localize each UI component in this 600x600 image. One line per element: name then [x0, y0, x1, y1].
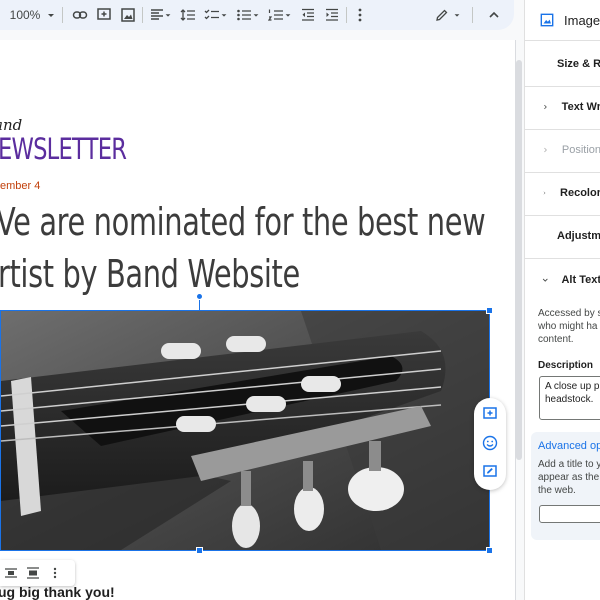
alt-help-line: Accessed by s	[538, 308, 600, 319]
newsletter-date: ember 4	[0, 180, 41, 192]
decrease-indent-button[interactable]	[298, 3, 318, 27]
line-spacing-icon	[180, 9, 195, 21]
link-icon	[72, 11, 88, 19]
chevron-down-icon	[454, 14, 460, 17]
image-options-bar	[0, 560, 75, 586]
rotate-handle-stem	[199, 300, 200, 310]
section-size-rotation[interactable]: Size & R	[525, 52, 600, 76]
emoji-icon	[482, 435, 498, 451]
section-label: Position	[561, 144, 600, 156]
numbered-list-icon	[268, 9, 283, 21]
resize-handle-bottom-right[interactable]	[486, 547, 493, 554]
chevron-down-icon	[221, 14, 227, 17]
chevron-up-icon	[489, 11, 499, 18]
advanced-help: Add a title to y appear as the the web.	[538, 458, 600, 497]
description-line: headstock.	[545, 394, 594, 405]
advanced-options-link[interactable]: Advanced op	[538, 440, 600, 452]
section-label: Alt Text	[561, 274, 600, 286]
more-options-button[interactable]	[352, 3, 368, 27]
chevron-down-icon	[253, 14, 259, 17]
section-position: Position	[525, 138, 600, 162]
more-vert-icon	[53, 567, 57, 579]
line-spacing-button[interactable]	[178, 3, 198, 27]
add-comment-button[interactable]	[94, 3, 114, 27]
section-alt-text[interactable]: Alt Text	[525, 268, 600, 292]
wrap-inline-icon	[5, 568, 17, 578]
break-text-icon	[27, 567, 39, 579]
numbered-list-button[interactable]	[266, 3, 294, 27]
wrap-inline-button[interactable]	[0, 567, 22, 579]
add-comment-icon	[97, 8, 111, 20]
image-options-panel: Image Size & R Text Wr Position Recolor …	[524, 0, 600, 600]
section-label: Recolor	[560, 187, 600, 199]
panel-header: Image	[525, 8, 600, 32]
image-more-button[interactable]	[44, 567, 66, 579]
image-icon	[121, 8, 135, 22]
caption-text: ug big thank you!	[0, 584, 115, 600]
chevron-down-icon	[48, 14, 55, 17]
break-text-button[interactable]	[22, 567, 44, 579]
add-comment-float-button[interactable]	[478, 402, 502, 426]
chevron-right-icon	[544, 147, 547, 153]
collapse-toolbar-button[interactable]	[484, 3, 504, 27]
zoom-value: 100%	[9, 8, 41, 22]
chevron-right-icon	[543, 191, 546, 195]
checklist-icon	[204, 9, 219, 20]
chevron-down-icon	[285, 14, 291, 17]
title-input[interactable]	[539, 505, 600, 523]
resize-handle-bottom[interactable]	[196, 547, 203, 554]
align-left-icon	[151, 9, 163, 20]
insert-image-button[interactable]	[118, 3, 138, 27]
panel-title: Image	[564, 12, 600, 28]
more-vert-icon	[358, 8, 362, 22]
advanced-help-line: Add a title to y	[538, 459, 600, 470]
link-button[interactable]	[70, 3, 90, 27]
guitar-headstock-photo	[1, 311, 489, 550]
formatting-toolbar: 100%	[0, 0, 514, 30]
advanced-help-line: appear as the	[538, 472, 600, 483]
description-label: Description	[538, 360, 594, 371]
selected-image[interactable]	[0, 310, 490, 551]
increase-indent-button[interactable]	[322, 3, 342, 27]
bulleted-list-button[interactable]	[234, 3, 262, 27]
description-textarea[interactable]: A close up ph headstock.	[539, 376, 600, 420]
section-label: Adjustm	[557, 230, 600, 242]
zoom-select[interactable]: 100%	[8, 3, 58, 27]
document-scrollbar[interactable]	[516, 60, 522, 460]
increase-indent-icon	[326, 8, 338, 21]
suggest-edits-float-button[interactable]	[478, 460, 502, 484]
add-emoji-float-button[interactable]	[478, 431, 502, 455]
alt-help-line: content.	[538, 334, 574, 345]
section-label: Size & R	[557, 58, 600, 70]
checklist-button[interactable]	[202, 3, 230, 27]
align-button[interactable]	[148, 3, 174, 27]
chevron-right-icon	[544, 104, 547, 110]
chevron-down-icon	[165, 14, 171, 17]
section-adjustments[interactable]: Adjustm	[525, 224, 600, 248]
editing-mode-button[interactable]	[432, 3, 464, 27]
newsletter-title: EWSLETTER	[0, 132, 127, 166]
headline-line-1: Ve are nominated for the best new	[0, 200, 486, 244]
section-recolor[interactable]: Recolor	[525, 181, 600, 205]
suggest-edit-icon	[483, 465, 497, 477]
alt-help-line: who might ha	[538, 321, 598, 332]
description-line: A close up ph	[545, 381, 600, 392]
section-text-wrapping[interactable]: Text Wr	[525, 95, 600, 119]
pencil-icon	[436, 9, 448, 21]
chevron-down-icon	[542, 278, 548, 282]
add-comment-icon	[483, 407, 497, 419]
headline-line-2: rtist by Band Website	[0, 252, 300, 296]
bulleted-list-icon	[237, 9, 251, 21]
alt-text-help: Accessed by s who might ha content.	[538, 307, 600, 346]
advanced-help-line: the web.	[538, 485, 576, 496]
image-icon	[540, 13, 554, 27]
resize-handle-top-right[interactable]	[486, 307, 493, 314]
decrease-indent-icon	[302, 8, 314, 21]
section-label: Text Wr	[561, 101, 600, 113]
resize-handle-top[interactable]	[196, 293, 203, 300]
